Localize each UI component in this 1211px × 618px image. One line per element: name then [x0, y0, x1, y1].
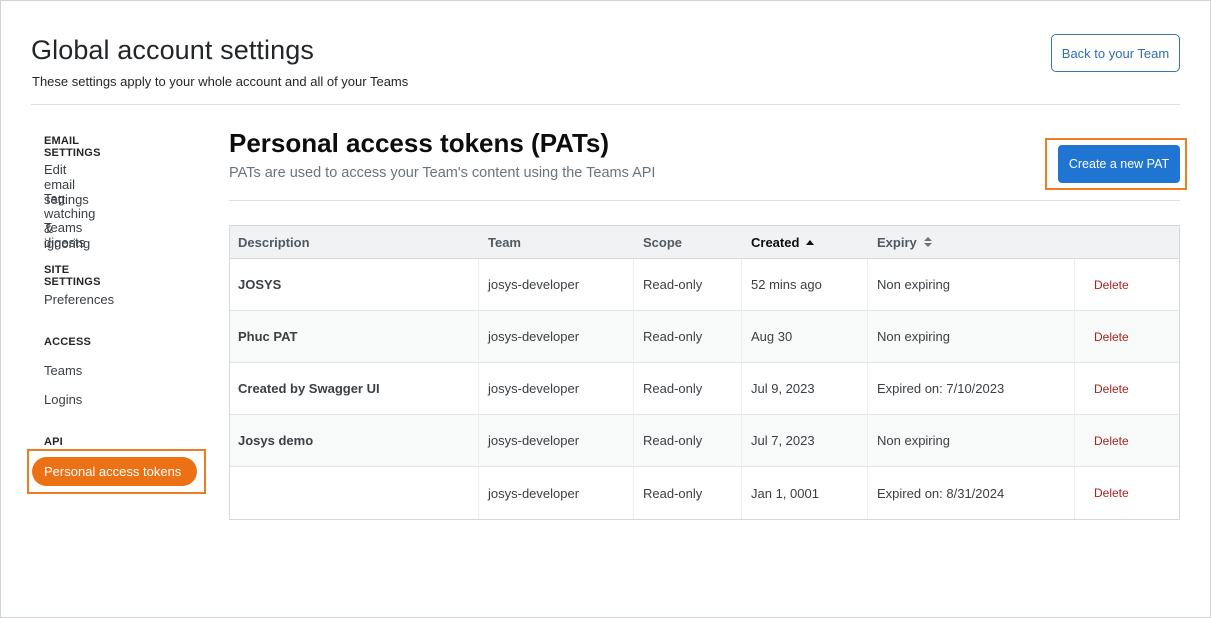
delete-link[interactable]: Delete — [1094, 311, 1129, 362]
cell-description: Created by Swagger UI — [238, 381, 380, 396]
cell-expiry: Non expiring — [877, 433, 950, 448]
column-header-expiry[interactable]: Expiry — [877, 226, 932, 258]
cell-expiry: Expired on: 7/10/2023 — [877, 381, 1005, 396]
page-title: Global account settings — [31, 35, 314, 65]
page-subtitle: These settings apply to your whole accou… — [32, 74, 409, 89]
column-header-team[interactable]: Team — [488, 226, 521, 258]
cell-description: Phuc PAT — [238, 329, 298, 344]
table-row: Created by Swagger UI josys-developer Re… — [230, 363, 1179, 415]
table-row: JOSYS josys-developer Read-only 52 mins … — [230, 259, 1179, 311]
cell-scope: Read-only — [643, 433, 703, 448]
delete-link[interactable]: Delete — [1094, 467, 1129, 519]
cell-team: josys-developer — [488, 381, 580, 396]
cell-team: josys-developer — [488, 329, 580, 344]
column-header-description[interactable]: Description — [238, 226, 310, 258]
cell-expiry: Non expiring — [877, 277, 950, 292]
cell-description: JOSYS — [238, 277, 282, 292]
cell-team: josys-developer — [488, 485, 580, 501]
cell-scope: Read-only — [643, 485, 703, 501]
section-subtitle: PATs are used to access your Team's cont… — [229, 165, 656, 181]
sort-ascending-icon — [806, 239, 815, 245]
app-window: Global account settings These settings a… — [0, 0, 1211, 618]
cell-description: Josys demo — [238, 433, 314, 448]
cell-created: Jul 7, 2023 — [751, 433, 815, 448]
cell-team: josys-developer — [488, 277, 580, 292]
table-header: Description Team Scope Created Expiry — [230, 226, 1179, 259]
sidebar-item-teams[interactable]: Teams — [44, 363, 82, 378]
column-header-scope[interactable]: Scope — [643, 226, 682, 258]
section-title: Personal access tokens (PATs) — [229, 128, 610, 158]
column-header-created[interactable]: Created — [751, 226, 815, 258]
sidebar-heading-email-settings: EMAIL SETTINGS — [44, 135, 101, 159]
header-divider — [31, 104, 1180, 105]
sidebar-heading-api: API — [44, 436, 63, 448]
cell-team: josys-developer — [488, 433, 580, 448]
delete-link[interactable]: Delete — [1094, 363, 1129, 414]
create-pat-button[interactable]: Create a new PAT — [1058, 145, 1180, 183]
cell-scope: Read-only — [643, 277, 703, 292]
cell-created: Jul 9, 2023 — [751, 381, 815, 396]
sidebar-item-preferences[interactable]: Preferences — [44, 292, 114, 307]
cell-scope: Read-only — [643, 381, 703, 396]
cell-expiry: Non expiring — [877, 329, 950, 344]
section-divider — [229, 200, 1180, 201]
cell-created: 52 mins ago — [751, 277, 822, 292]
sidebar-item-logins[interactable]: Logins — [44, 392, 82, 407]
sidebar-heading-site-settings: SITE SETTINGS — [44, 264, 101, 288]
delete-link[interactable]: Delete — [1094, 415, 1129, 466]
sort-toggle-icon — [923, 237, 932, 247]
back-to-team-button[interactable]: Back to your Team — [1051, 34, 1180, 72]
table-row: Josys demo josys-developer Read-only Jul… — [230, 415, 1179, 467]
cell-created: Jan 1, 0001 — [751, 485, 819, 501]
column-header-created-label: Created — [751, 234, 800, 250]
sidebar-heading-access: ACCESS — [44, 336, 92, 348]
sidebar-item-personal-access-tokens[interactable]: Personal access tokens — [32, 457, 197, 486]
cell-expiry: Expired on: 8/31/2024 — [877, 485, 1005, 501]
cell-scope: Read-only — [643, 329, 703, 344]
cell-created: Aug 30 — [751, 329, 793, 344]
delete-link[interactable]: Delete — [1094, 259, 1129, 310]
pat-table: Description Team Scope Created Expiry JO… — [229, 225, 1180, 520]
column-header-expiry-label: Expiry — [877, 234, 917, 250]
table-row: josys-developer Read-only Jan 1, 0001 Ex… — [230, 467, 1179, 519]
sidebar-item-teams-digests[interactable]: Teams digests — [44, 220, 85, 250]
table-row: Phuc PAT josys-developer Read-only Aug 3… — [230, 311, 1179, 363]
